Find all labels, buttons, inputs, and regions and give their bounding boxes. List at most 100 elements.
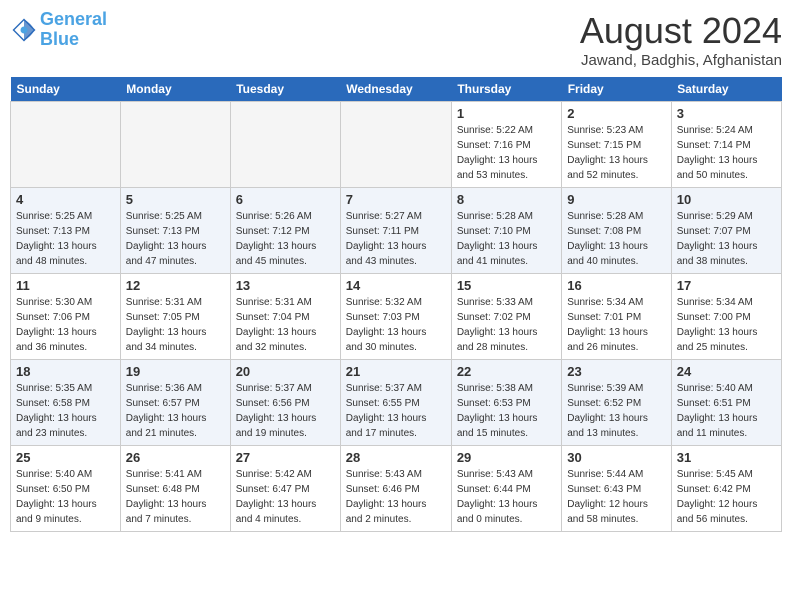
weekday-header-friday: Friday	[562, 77, 672, 102]
day-number: 27	[236, 450, 335, 465]
day-info: Sunrise: 5:34 AMSunset: 7:00 PMDaylight:…	[677, 295, 776, 355]
day-number: 3	[677, 106, 776, 121]
day-cell: 24Sunrise: 5:40 AMSunset: 6:51 PMDayligh…	[671, 360, 781, 446]
day-cell: 31Sunrise: 5:45 AMSunset: 6:42 PMDayligh…	[671, 446, 781, 532]
day-cell: 23 Sunrise: 5:39 AMSunset: 6:52 PMDayligh…	[562, 360, 672, 446]
location: Jawand, Badghis, Afghanistan	[580, 52, 782, 69]
logo-text: General Blue	[40, 10, 107, 50]
day-cell: 2 Sunrise: 5:23 AMSunset: 7:15 PMDaylight…	[562, 102, 672, 188]
day-info: Sunrise: 5:33 AMSunset: 7:02 PMDaylight:…	[457, 295, 556, 355]
day-info: Sunrise: 5:23 AMSunset: 7:15 PMDaylight:…	[567, 123, 666, 183]
calendar-table: SundayMondayTuesdayWednesdayThursdayFrid…	[10, 77, 782, 532]
logo-icon	[10, 16, 38, 44]
week-row-5: 25Sunrise: 5:40 AMSunset: 6:50 PMDayligh…	[11, 446, 782, 532]
day-info: Sunrise: 5:39 AMSunset: 6:52 PMDaylight:…	[567, 381, 666, 441]
day-number: 11	[16, 278, 115, 293]
day-info: Sunrise: 5:32 AMSunset: 7:03 PMDaylight:…	[346, 295, 446, 355]
day-cell: 28 Sunrise: 5:43 AMSunset: 6:46 PMDayligh…	[340, 446, 451, 532]
day-info: Sunrise: 5:36 AMSunset: 6:57 PMDaylight:…	[126, 381, 225, 441]
day-number: 31	[677, 450, 776, 465]
day-info: Sunrise: 5:31 AMSunset: 7:04 PMDaylight:…	[236, 295, 335, 355]
week-row-1: 1Sunrise: 5:22 AMSunset: 7:16 PMDaylight…	[11, 102, 782, 188]
day-cell: 8 Sunrise: 5:28 AMSunset: 7:10 PMDaylight…	[451, 188, 561, 274]
day-cell: 20 Sunrise: 5:37 AMSunset: 6:56 PMDayligh…	[230, 360, 340, 446]
weekday-header-saturday: Saturday	[671, 77, 781, 102]
day-info: Sunrise: 5:29 AMSunset: 7:07 PMDaylight:…	[677, 209, 776, 269]
day-number: 6	[236, 192, 335, 207]
day-info: Sunrise: 5:27 AMSunset: 7:11 PMDaylight:…	[346, 209, 446, 269]
day-cell: 30 Sunrise: 5:44 AMSunset: 6:43 PMDayligh…	[562, 446, 672, 532]
day-number: 9	[567, 192, 666, 207]
day-number: 23	[567, 364, 666, 379]
day-info: Sunrise: 5:42 AMSunset: 6:47 PMDaylight:…	[236, 467, 335, 527]
month-year: August 2024	[580, 10, 782, 52]
day-info: Sunrise: 5:44 AMSunset: 6:43 PMDaylight:…	[567, 467, 666, 527]
day-number: 24	[677, 364, 776, 379]
day-number: 10	[677, 192, 776, 207]
day-cell: 10 Sunrise: 5:29 AMSunset: 7:07 PMDayligh…	[671, 188, 781, 274]
day-number: 16	[567, 278, 666, 293]
week-row-2: 4Sunrise: 5:25 AMSunset: 7:13 PMDaylight…	[11, 188, 782, 274]
day-info: Sunrise: 5:26 AMSunset: 7:12 PMDaylight:…	[236, 209, 335, 269]
page-header: General Blue August 2024 Jawand, Badghis…	[10, 10, 782, 69]
day-info: Sunrise: 5:41 AMSunset: 6:48 PMDaylight:…	[126, 467, 225, 527]
day-info: Sunrise: 5:37 AMSunset: 6:55 PMDaylight:…	[346, 381, 446, 441]
day-cell: 12 Sunrise: 5:31 AMSunset: 7:05 PMDayligh…	[120, 274, 230, 360]
day-info: Sunrise: 5:38 AMSunset: 6:53 PMDaylight:…	[457, 381, 556, 441]
day-number: 19	[126, 364, 225, 379]
day-cell: 25Sunrise: 5:40 AMSunset: 6:50 PMDayligh…	[11, 446, 121, 532]
day-number: 21	[346, 364, 446, 379]
day-info: Sunrise: 5:40 AMSunset: 6:50 PMDaylight:…	[16, 467, 115, 527]
day-info: Sunrise: 5:25 AMSunset: 7:13 PMDaylight:…	[16, 209, 115, 269]
day-cell: 7 Sunrise: 5:27 AMSunset: 7:11 PMDaylight…	[340, 188, 451, 274]
day-number: 18	[16, 364, 115, 379]
day-info: Sunrise: 5:37 AMSunset: 6:56 PMDaylight:…	[236, 381, 335, 441]
day-cell: 19 Sunrise: 5:36 AMSunset: 6:57 PMDayligh…	[120, 360, 230, 446]
day-cell: 4Sunrise: 5:25 AMSunset: 7:13 PMDaylight…	[11, 188, 121, 274]
day-number: 2	[567, 106, 666, 121]
day-cell	[120, 102, 230, 188]
day-info: Sunrise: 5:30 AMSunset: 7:06 PMDaylight:…	[16, 295, 115, 355]
day-cell: 17Sunrise: 5:34 AMSunset: 7:00 PMDayligh…	[671, 274, 781, 360]
day-cell: 6 Sunrise: 5:26 AMSunset: 7:12 PMDaylight…	[230, 188, 340, 274]
weekday-header-thursday: Thursday	[451, 77, 561, 102]
weekday-header-wednesday: Wednesday	[340, 77, 451, 102]
day-cell: 5Sunrise: 5:25 AMSunset: 7:13 PMDaylight…	[120, 188, 230, 274]
day-info: Sunrise: 5:43 AMSunset: 6:46 PMDaylight:…	[346, 467, 446, 527]
day-info: Sunrise: 5:34 AMSunset: 7:01 PMDaylight:…	[567, 295, 666, 355]
day-number: 15	[457, 278, 556, 293]
day-cell: 13 Sunrise: 5:31 AMSunset: 7:04 PMDayligh…	[230, 274, 340, 360]
day-number: 13	[236, 278, 335, 293]
day-cell: 26Sunrise: 5:41 AMSunset: 6:48 PMDayligh…	[120, 446, 230, 532]
title-block: August 2024 Jawand, Badghis, Afghanistan	[580, 10, 782, 69]
day-number: 14	[346, 278, 446, 293]
day-cell	[340, 102, 451, 188]
day-info: Sunrise: 5:31 AMSunset: 7:05 PMDaylight:…	[126, 295, 225, 355]
day-number: 28	[346, 450, 446, 465]
day-number: 20	[236, 364, 335, 379]
weekday-header-tuesday: Tuesday	[230, 77, 340, 102]
day-info: Sunrise: 5:28 AMSunset: 7:08 PMDaylight:…	[567, 209, 666, 269]
day-cell: 9 Sunrise: 5:28 AMSunset: 7:08 PMDaylight…	[562, 188, 672, 274]
day-number: 12	[126, 278, 225, 293]
day-info: Sunrise: 5:24 AMSunset: 7:14 PMDaylight:…	[677, 123, 776, 183]
day-cell: 22Sunrise: 5:38 AMSunset: 6:53 PMDayligh…	[451, 360, 561, 446]
day-cell: 3 Sunrise: 5:24 AMSunset: 7:14 PMDaylight…	[671, 102, 781, 188]
day-cell	[230, 102, 340, 188]
day-info: Sunrise: 5:35 AMSunset: 6:58 PMDaylight:…	[16, 381, 115, 441]
day-info: Sunrise: 5:28 AMSunset: 7:10 PMDaylight:…	[457, 209, 556, 269]
week-row-3: 11 Sunrise: 5:30 AMSunset: 7:06 PMDayligh…	[11, 274, 782, 360]
logo: General Blue	[10, 10, 107, 50]
day-cell	[11, 102, 121, 188]
day-info: Sunrise: 5:43 AMSunset: 6:44 PMDaylight:…	[457, 467, 556, 527]
day-number: 8	[457, 192, 556, 207]
day-info: Sunrise: 5:25 AMSunset: 7:13 PMDaylight:…	[126, 209, 225, 269]
day-cell: 29 Sunrise: 5:43 AMSunset: 6:44 PMDayligh…	[451, 446, 561, 532]
day-cell: 27 Sunrise: 5:42 AMSunset: 6:47 PMDayligh…	[230, 446, 340, 532]
day-cell: 16 Sunrise: 5:34 AMSunset: 7:01 PMDayligh…	[562, 274, 672, 360]
weekday-header-monday: Monday	[120, 77, 230, 102]
day-cell: 21 Sunrise: 5:37 AMSunset: 6:55 PMDayligh…	[340, 360, 451, 446]
day-number: 29	[457, 450, 556, 465]
day-number: 7	[346, 192, 446, 207]
day-number: 30	[567, 450, 666, 465]
